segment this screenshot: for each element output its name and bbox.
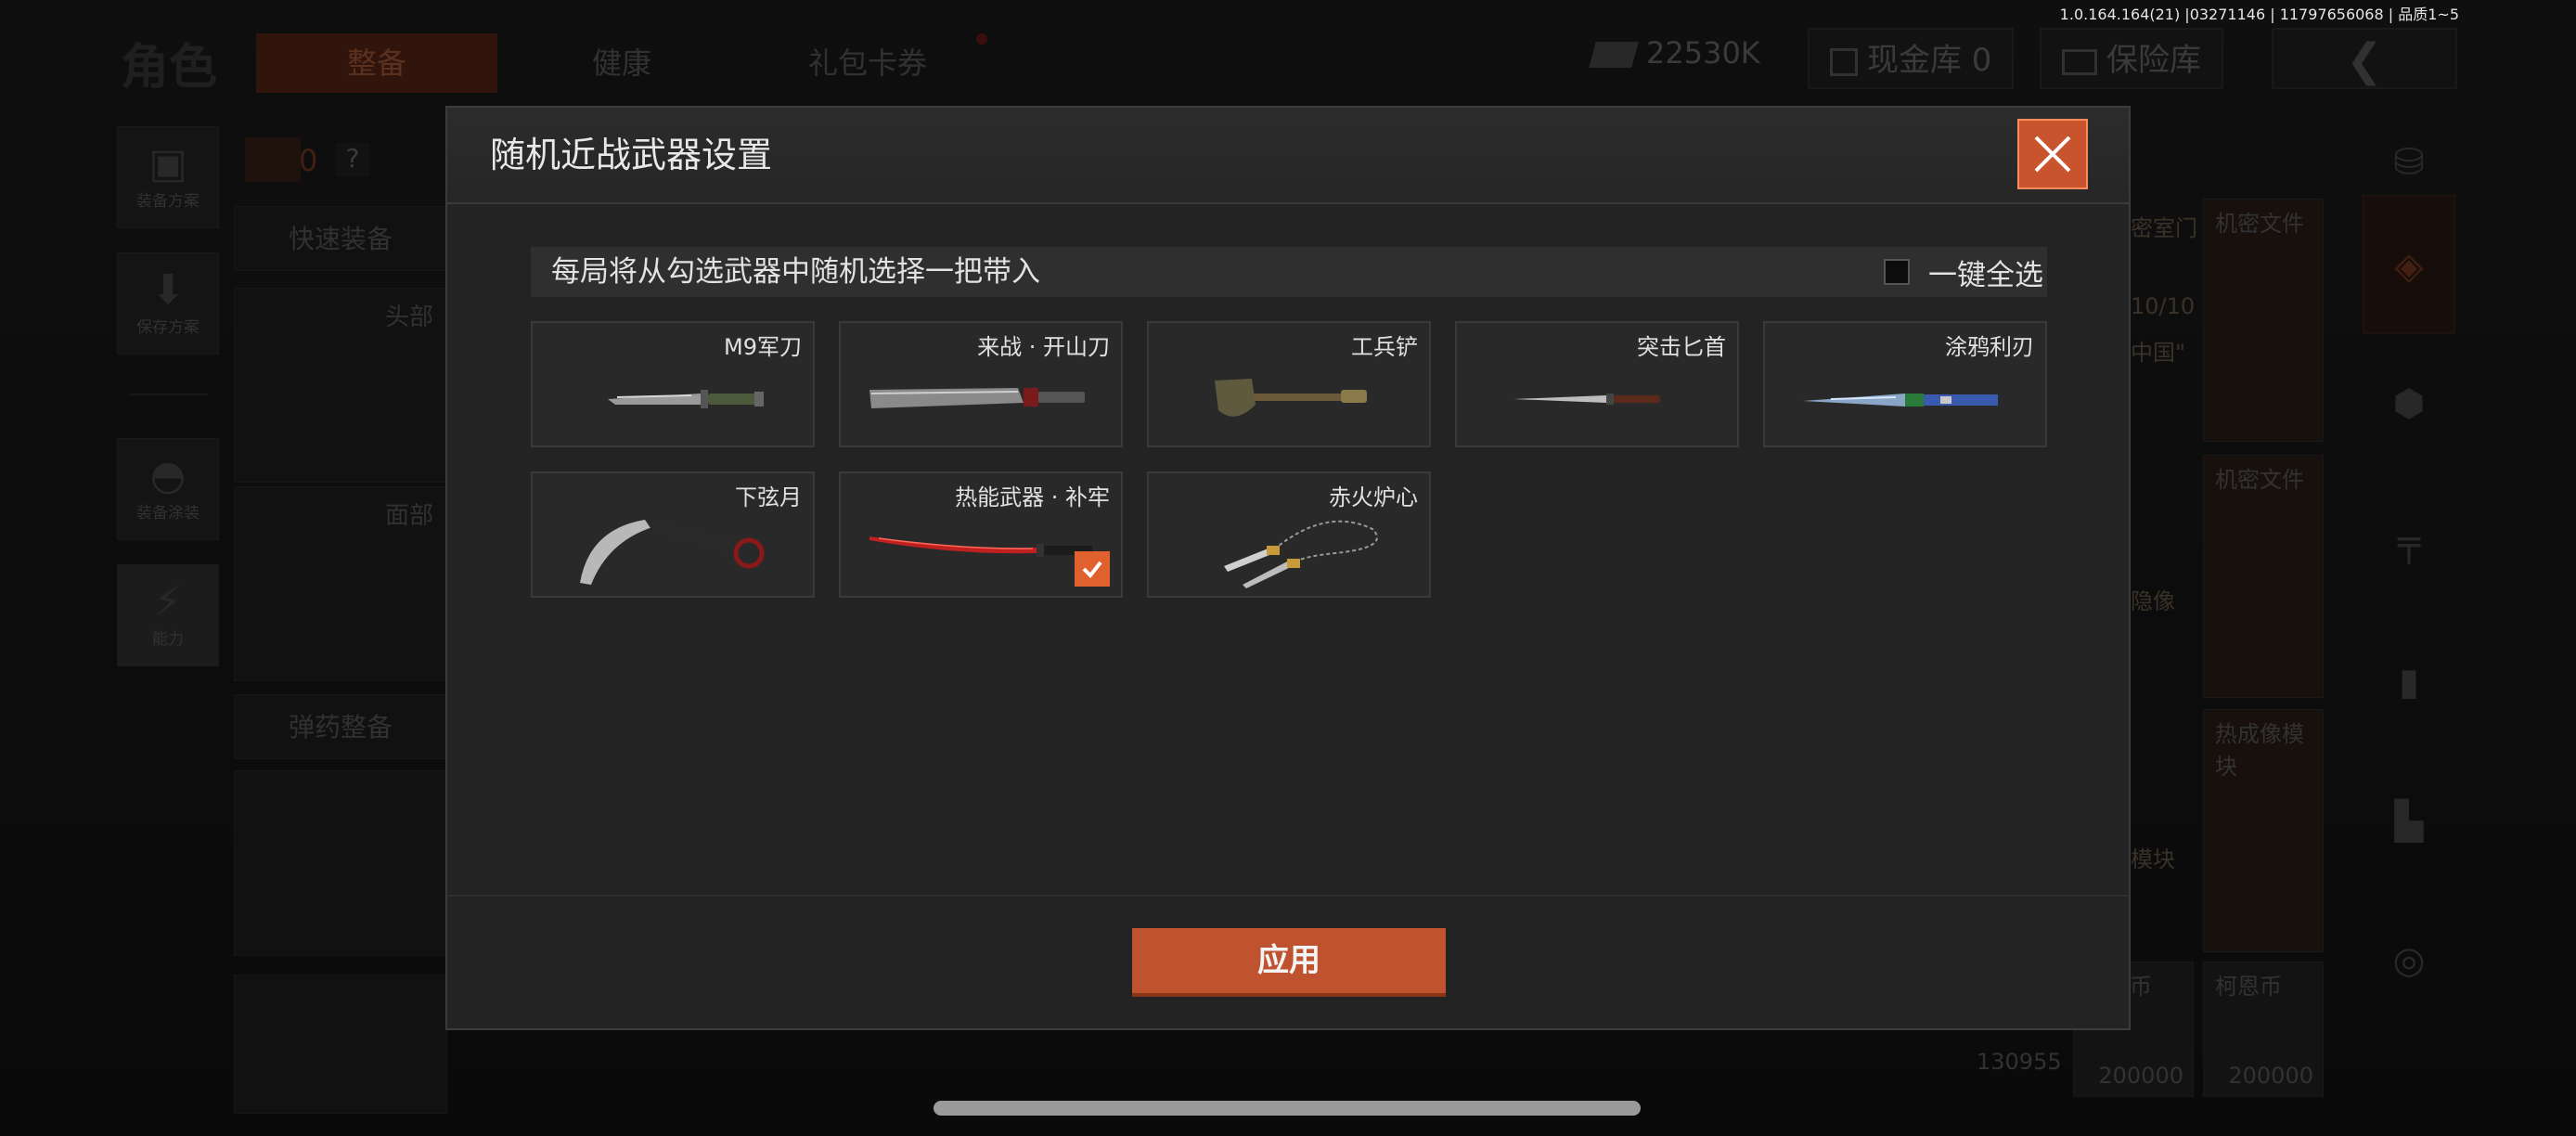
karambit-icon: [542, 510, 804, 588]
home-indicator[interactable]: [934, 1101, 1641, 1116]
machete-icon: [850, 360, 1112, 438]
combat-knife-icon: [542, 360, 804, 438]
weapon-name: M9军刀: [724, 334, 802, 360]
thermal-katana-icon: [850, 510, 1112, 588]
weapon-name: 来战 · 开山刀: [977, 334, 1110, 360]
weapon-card-assault-dagger[interactable]: 突击匕首: [1455, 321, 1739, 447]
graffiti-blade-icon: [1774, 360, 2036, 438]
weapon-name: 涂鸦利刃: [1945, 334, 2034, 360]
weapon-card-machete[interactable]: 来战 · 开山刀: [839, 321, 1123, 447]
close-button[interactable]: [2017, 119, 2088, 189]
instruction-text: 每局将从勾选武器中随机选择一把带入: [551, 255, 1040, 289]
dialog-title: 随机近战武器设置: [490, 135, 773, 175]
shovel-icon: [1158, 360, 1420, 438]
footer-divider: [447, 895, 2129, 897]
apply-button[interactable]: 应用: [1132, 928, 1446, 997]
weapon-name: 突击匕首: [1637, 334, 1726, 360]
version-text: 1.0.164.164(21) |03271146 | 11797656068 …: [2059, 6, 2459, 23]
chain-blades-icon: [1158, 510, 1420, 588]
weapon-name: 热能武器 · 补牢: [955, 484, 1110, 510]
checkmark-icon: [1082, 561, 1102, 579]
weapon-card-red-fire-core[interactable]: 赤火炉心: [1147, 471, 1431, 598]
selected-checkmark[interactable]: [1075, 551, 1110, 587]
weapon-name: 下弦月: [735, 484, 802, 510]
close-icon: [2034, 136, 2071, 173]
dialog-header: 随机近战武器设置: [447, 108, 2129, 204]
weapon-name: 赤火炉心: [1329, 484, 1418, 510]
select-all-checkbox[interactable]: [1884, 259, 1910, 285]
weapon-card-thermal-katana[interactable]: 热能武器 · 补牢: [839, 471, 1123, 598]
weapon-card-m9[interactable]: M9军刀: [531, 321, 815, 447]
weapon-name: 工兵铲: [1351, 334, 1418, 360]
random-melee-weapon-dialog: 随机近战武器设置 每局将从勾选武器中随机选择一把带入 一键全选 M9军刀 来战 …: [445, 106, 2131, 1030]
weapon-card-graffiti-blade[interactable]: 涂鸦利刃: [1763, 321, 2047, 447]
dagger-icon: [1466, 360, 1728, 438]
weapon-card-crescent-moon[interactable]: 下弦月: [531, 471, 815, 598]
weapon-card-shovel[interactable]: 工兵铲: [1147, 321, 1431, 447]
select-all-toggle[interactable]: 一键全选: [1884, 247, 2047, 297]
instruction-bar: 每局将从勾选武器中随机选择一把带入 一键全选: [531, 247, 2047, 297]
select-all-label: 一键全选: [1928, 258, 2043, 292]
